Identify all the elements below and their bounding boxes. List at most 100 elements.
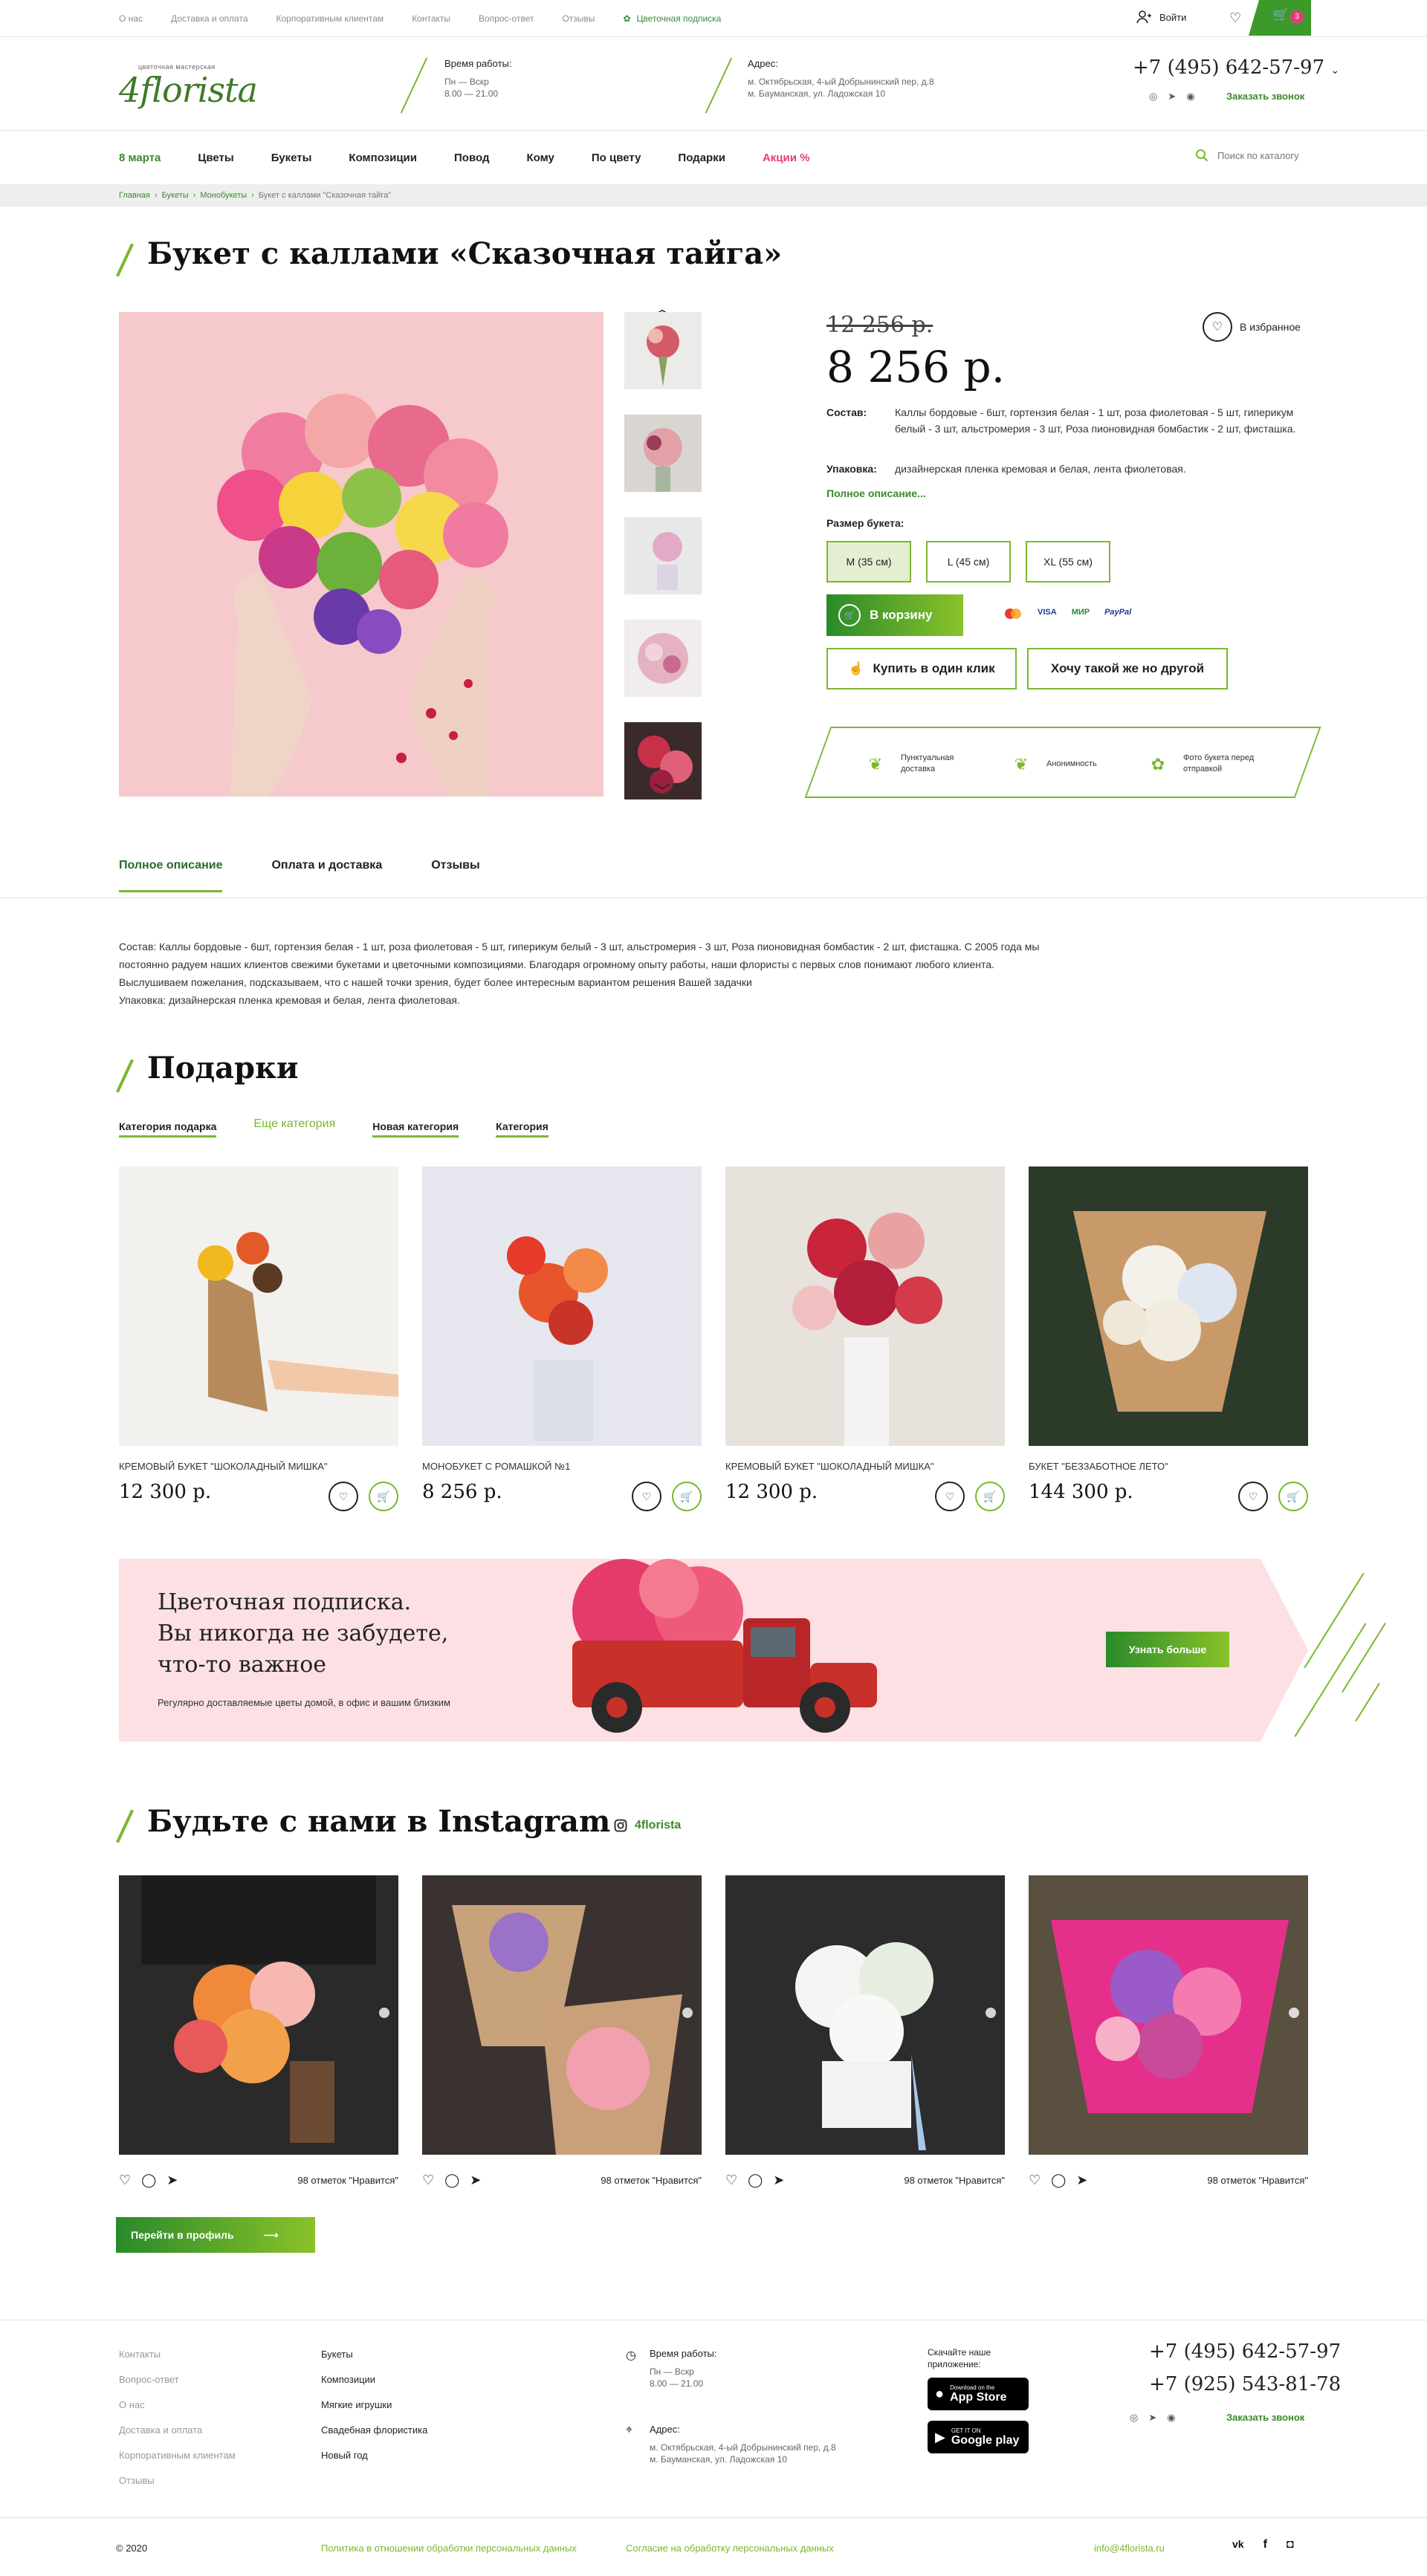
heart-icon[interactable]: ♡ (1238, 1482, 1268, 1511)
footer-link[interactable]: Корпоративным клиентам (119, 2443, 236, 2468)
size-option-l[interactable]: L (45 см) (926, 541, 1011, 583)
comment-icon[interactable]: ◯ (141, 2173, 156, 2188)
gift-category-tab[interactable]: Еще категория (253, 1117, 335, 1138)
basket-icon[interactable]: 🛒 (975, 1482, 1005, 1511)
whatsapp-icon[interactable]: ◎ (1149, 91, 1157, 103)
footer-link[interactable]: Композиции (321, 2367, 427, 2392)
breadcrumb-bouquets[interactable]: Букеты (162, 191, 189, 200)
learn-more-button[interactable]: Узнать больше (1106, 1632, 1229, 1667)
custom-order-button[interactable]: Хочу такой же но другой (1027, 648, 1228, 690)
footer-link[interactable]: Контакты (119, 2342, 236, 2367)
favorites-heart-icon[interactable]: ♡ (1229, 10, 1241, 26)
footer-link[interactable]: Мягкие игрушки (321, 2392, 427, 2418)
like-heart-icon[interactable]: ♡ (1029, 2173, 1041, 2188)
telegram-icon[interactable]: ➤ (1168, 91, 1176, 103)
nav-item-compositions[interactable]: Композиции (349, 152, 417, 164)
add-to-favorites-button[interactable]: ♡ В избранное (1203, 312, 1301, 342)
buy-one-click-button[interactable]: ☝ Купить в один клик (826, 648, 1017, 690)
product-main-image[interactable] (119, 312, 604, 797)
nav-item-color[interactable]: По цвету (592, 152, 641, 164)
chevron-down-icon[interactable]: ⌄ (1330, 65, 1339, 77)
basket-icon[interactable]: 🛒 (369, 1482, 398, 1511)
footer-link[interactable]: Отзывы (119, 2468, 236, 2494)
top-link-faq[interactable]: Вопрос-ответ (479, 13, 534, 24)
heart-icon[interactable]: ♡ (329, 1482, 358, 1511)
instagram-post-image[interactable] (725, 1875, 1005, 2155)
google-play-button[interactable]: ▶ GET IT ON Google play (928, 2421, 1029, 2453)
facebook-icon[interactable]: f (1263, 2538, 1267, 2551)
footer-link[interactable]: Букеты (321, 2342, 427, 2367)
tab-reviews[interactable]: Отзывы (431, 859, 479, 892)
instagram-post[interactable]: ♡ ◯ ➤ 98 отметок "Нравится" (422, 1875, 702, 2188)
carousel-arrow-icon[interactable] (682, 2008, 693, 2018)
footer-phone-2[interactable]: +7 (925) 543-81-78 (1149, 2373, 1341, 2395)
thumbnail[interactable] (624, 620, 702, 697)
top-link-contacts[interactable]: Контакты (412, 13, 450, 24)
login-button[interactable]: Войти (1136, 9, 1186, 25)
footer-link[interactable]: Вопрос-ответ (119, 2367, 236, 2392)
size-option-xl[interactable]: XL (55 см) (1026, 541, 1110, 583)
basket-icon[interactable]: 🛒 (1278, 1482, 1308, 1511)
like-heart-icon[interactable]: ♡ (422, 2173, 434, 2188)
breadcrumb-monobouquets[interactable]: Монобукеты (200, 191, 247, 200)
footer-callback-link[interactable]: Заказать звонок (1226, 2412, 1304, 2423)
product-card[interactable]: КРЕМОВЫЙ БУКЕТ "ШОКОЛАДНЫЙ МИШКА" 12 300… (725, 1167, 1005, 1511)
heart-icon[interactable]: ♡ (935, 1482, 965, 1511)
chevron-down-icon[interactable]: ﹀ (654, 779, 670, 802)
whatsapp-icon[interactable]: ◎ (1130, 2412, 1138, 2424)
top-link-corporate[interactable]: Корпоративным клиентам (276, 13, 384, 24)
instagram-icon[interactable]: ◘ (1287, 2538, 1294, 2551)
telegram-icon[interactable]: ➤ (1148, 2412, 1156, 2424)
like-heart-icon[interactable]: ♡ (119, 2173, 131, 2188)
viber-icon[interactable]: ◉ (1186, 91, 1194, 103)
search-input[interactable] (1217, 149, 1329, 161)
go-to-profile-button[interactable]: Перейти в профиль ⟶ (116, 2217, 315, 2253)
email-link[interactable]: info@4florista.ru (1094, 2543, 1165, 2554)
heart-icon[interactable]: ♡ (632, 1482, 661, 1511)
share-icon[interactable]: ➤ (166, 2173, 178, 2188)
nav-item-march8[interactable]: 8 марта (119, 152, 161, 164)
thumbnail[interactable] (624, 517, 702, 594)
nav-item-occasion[interactable]: Повод (454, 152, 489, 164)
add-to-cart-button[interactable]: 🛒 В корзину (826, 594, 963, 636)
instagram-post[interactable]: ♡ ◯ ➤ 98 отметок "Нравится" (725, 1875, 1005, 2188)
footer-link[interactable]: Доставка и оплата (119, 2418, 236, 2443)
footer-link[interactable]: Свадебная флористика (321, 2418, 427, 2443)
instagram-post-image[interactable] (422, 1875, 702, 2155)
privacy-policy-link[interactable]: Политика в отношении обработки персональ… (321, 2543, 577, 2554)
basket-icon[interactable]: 🛒 (672, 1482, 702, 1511)
footer-link[interactable]: О нас (119, 2392, 236, 2418)
product-card[interactable]: БУКЕТ "БЕЗЗАБОТНОЕ ЛЕТО" 144 300 р. ♡ 🛒 (1029, 1167, 1308, 1511)
viber-icon[interactable]: ◉ (1167, 2412, 1175, 2424)
breadcrumb-home[interactable]: Главная (119, 191, 150, 200)
callback-link[interactable]: Заказать звонок (1226, 91, 1304, 102)
data-consent-link[interactable]: Согласие на обработку персональных данны… (626, 2543, 834, 2554)
top-link-subscription[interactable]: ✿ Цветочная подписка (623, 13, 721, 24)
nav-item-gifts[interactable]: Подарки (678, 152, 725, 164)
comment-icon[interactable]: ◯ (748, 2173, 763, 2188)
tab-full-description[interactable]: Полное описание (119, 859, 223, 892)
instagram-post-image[interactable] (119, 1875, 398, 2155)
top-link-delivery[interactable]: Доставка и оплата (171, 13, 248, 24)
share-icon[interactable]: ➤ (1076, 2173, 1087, 2188)
header-phone[interactable]: +7 (495) 642-57-97 ⌄ (1133, 56, 1339, 79)
nav-item-flowers[interactable]: Цветы (198, 152, 233, 164)
tab-payment-delivery[interactable]: Оплата и доставка (271, 859, 382, 892)
vk-icon[interactable]: vk (1232, 2538, 1244, 2551)
product-card[interactable]: МОНОБУКЕТ С РОМАШКОЙ №1 8 256 р. ♡ 🛒 (422, 1167, 702, 1511)
carousel-arrow-icon[interactable] (986, 2008, 996, 2018)
footer-link[interactable]: Новый год (321, 2443, 427, 2468)
search-icon[interactable] (1195, 149, 1208, 162)
logo[interactable]: цветочная мастерская 4florista (119, 59, 258, 111)
comment-icon[interactable]: ◯ (444, 2173, 459, 2188)
instagram-post[interactable]: ♡ ◯ ➤ 98 отметок "Нравится" (1029, 1875, 1308, 2188)
like-heart-icon[interactable]: ♡ (725, 2173, 737, 2188)
gift-category-tab[interactable]: Категория подарка (119, 1120, 217, 1138)
top-link-reviews[interactable]: Отзывы (562, 13, 595, 24)
thumbnail[interactable] (624, 415, 702, 492)
size-option-m[interactable]: M (35 см) (826, 541, 911, 583)
nav-item-recipient[interactable]: Кому (526, 152, 554, 164)
product-card-image[interactable] (1029, 1167, 1308, 1446)
product-card-image[interactable] (725, 1167, 1005, 1446)
nav-item-bouquets[interactable]: Букеты (271, 152, 312, 164)
